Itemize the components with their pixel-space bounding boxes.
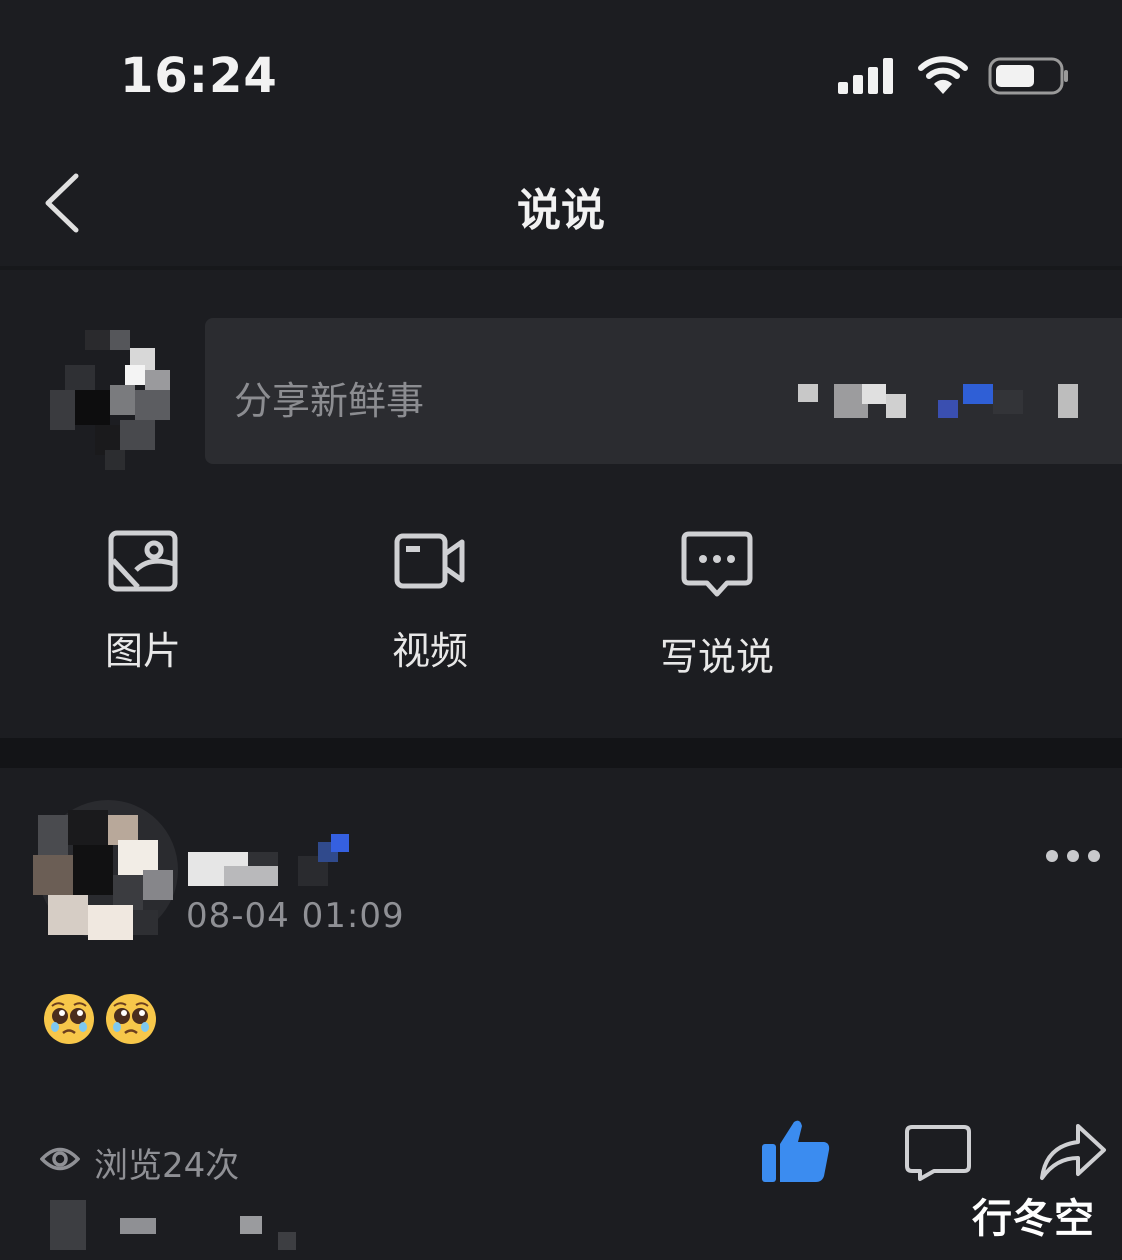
compose-placeholder[interactable]: 分享新鲜事 bbox=[234, 370, 424, 425]
action-video[interactable]: 视频 bbox=[350, 530, 510, 680]
comment-icon[interactable] bbox=[904, 1124, 972, 1182]
battery-icon bbox=[988, 57, 1068, 95]
action-write-label: 写说说 bbox=[659, 635, 774, 679]
section-divider bbox=[0, 738, 1122, 768]
more-dots-icon[interactable] bbox=[1044, 848, 1102, 864]
nav-divider bbox=[0, 266, 1122, 270]
action-image-label: 图片 bbox=[104, 629, 181, 673]
blurred-text bbox=[798, 384, 1078, 418]
avatar[interactable] bbox=[50, 330, 175, 470]
cellular-signal-icon bbox=[838, 58, 893, 94]
action-video-label: 视频 bbox=[391, 629, 468, 673]
wifi-icon bbox=[918, 56, 968, 94]
share-arrow-icon[interactable] bbox=[1038, 1120, 1108, 1182]
pleading-face-emoji bbox=[106, 994, 156, 1044]
post-avatar[interactable] bbox=[18, 795, 178, 955]
pleading-face-emoji bbox=[44, 994, 94, 1044]
image-icon bbox=[108, 530, 178, 592]
view-count: 浏览24次 bbox=[94, 1146, 240, 1186]
message-bubble-icon bbox=[681, 531, 753, 597]
status-time: 16:24 bbox=[120, 48, 278, 104]
watermark: 行冬空 bbox=[972, 1196, 1095, 1242]
blurred-text bbox=[50, 1200, 296, 1250]
thumbs-up-icon[interactable] bbox=[760, 1118, 832, 1184]
eye-icon bbox=[40, 1147, 80, 1171]
post-timestamp: 08-04 01:09 bbox=[186, 896, 405, 936]
action-image[interactable]: 图片 bbox=[63, 530, 223, 680]
action-write[interactable]: 写说说 bbox=[637, 530, 797, 680]
page-title: 说说 bbox=[517, 185, 605, 236]
video-camera-icon bbox=[394, 533, 465, 589]
post-author-name[interactable] bbox=[188, 832, 358, 892]
